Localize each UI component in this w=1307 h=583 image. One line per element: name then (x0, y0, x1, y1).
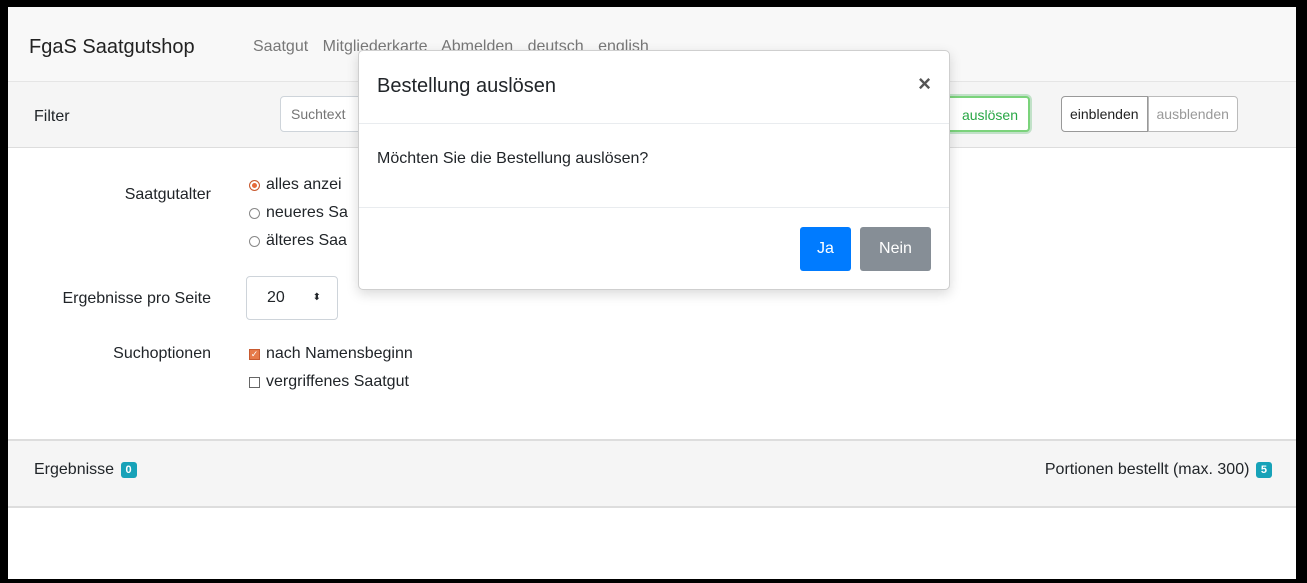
confirm-yes-button[interactable]: Ja (800, 227, 851, 271)
divider (359, 123, 949, 124)
confirm-no-button[interactable]: Nein (860, 227, 931, 271)
dialog-title: Bestellung auslösen (377, 75, 557, 97)
app-window: FgaS Saatgutshop Saatgut Mitgliederkarte… (8, 7, 1296, 579)
confirm-order-dialog: Bestellung auslösen × Möchten Sie die Be… (358, 50, 950, 290)
dialog-message: Möchten Sie die Bestellung auslösen? (377, 150, 649, 167)
divider (359, 207, 949, 208)
close-icon[interactable]: × (918, 71, 931, 97)
